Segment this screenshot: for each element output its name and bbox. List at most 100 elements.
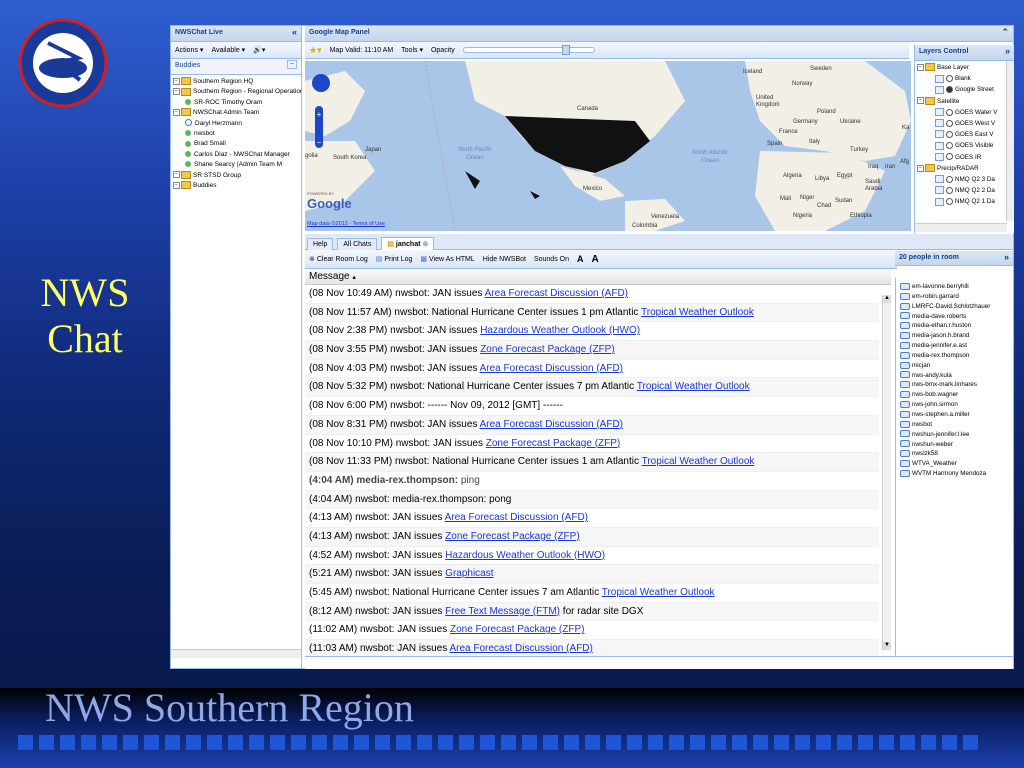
product-link[interactable]: Area Forecast Discussion (AFD) (445, 512, 588, 523)
opacity-slider[interactable] (462, 45, 595, 55)
map-zoom-out-icon[interactable] (315, 137, 323, 145)
product-link[interactable]: Area Forecast Discussion (AFD) (449, 643, 592, 654)
product-link[interactable]: Area Forecast Discussion (AFD) (485, 288, 628, 299)
clear-room-log-button[interactable]: ⊗ Clear Room Log (309, 255, 368, 263)
room-occupant[interactable]: media-jason.h.brand (896, 331, 1014, 341)
map-view[interactable]: + − Canada Mexico Iceland Sweden Norway … (305, 61, 911, 231)
room-occupant[interactable]: nws-bmx-mark.linhares (896, 380, 1014, 390)
message-vertical-scrollbar[interactable]: ▲ ▼ (882, 295, 891, 650)
view-as-html-button[interactable]: ▦ View As HTML (420, 255, 474, 263)
layer-radio[interactable] (946, 119, 953, 127)
message-column-header[interactable]: Message ▴ (305, 270, 891, 285)
buddy-group[interactable]: − Buddies (171, 181, 301, 191)
tab-help[interactable]: Help (307, 238, 334, 250)
layer-radio[interactable] (946, 175, 953, 183)
hide-nwsbot-button[interactable]: Hide NWSBot (483, 256, 526, 263)
buddy-item[interactable]: nwsbot (171, 129, 301, 139)
layer-radio[interactable] (946, 86, 953, 94)
product-link[interactable]: Tropical Weather Outlook (637, 381, 750, 392)
layer-radio[interactable] (946, 108, 953, 116)
map-pan-control[interactable] (312, 74, 330, 92)
room-occupant[interactable]: nws-andy.kula (896, 371, 1014, 381)
product-link[interactable]: Hazardous Weather Outlook (HWO) (445, 550, 605, 561)
product-link[interactable]: Zone Forecast Package (ZFP) (486, 438, 621, 449)
sound-icon[interactable]: 🔊▾ (253, 46, 265, 54)
layers-vertical-scrollbar[interactable] (1006, 61, 1014, 221)
room-occupant[interactable]: WTVA_Weather (896, 459, 1014, 469)
room-occupant[interactable]: micjan (896, 361, 1014, 371)
buddy-item[interactable]: Brad Small (171, 139, 301, 149)
collapse-left-icon[interactable]: « (292, 27, 297, 37)
layer-radio[interactable] (946, 75, 953, 83)
room-occupant[interactable]: media-dave.roberts (896, 312, 1014, 322)
room-occupant[interactable]: nwsbot (896, 420, 1014, 430)
room-occupant[interactable]: LMRFC-David.Schlotzhauer (896, 302, 1014, 312)
room-occupant[interactable]: WVTM Harmony Mendoza (896, 469, 1014, 479)
room-occupant[interactable]: media-jennifer.e.ast (896, 341, 1014, 351)
tools-menu[interactable]: Tools ▾ (401, 46, 423, 54)
expand-toggle-icon[interactable]: − (173, 77, 180, 85)
layer-radio[interactable] (946, 130, 953, 138)
scroll-up-icon[interactable]: ▲ (883, 295, 891, 303)
layer-radio[interactable] (946, 198, 953, 206)
product-link[interactable]: Area Forecast Discussion (AFD) (480, 363, 623, 374)
room-occupant[interactable]: nwshun-jennifer.l.lee (896, 430, 1014, 440)
product-link[interactable]: Graphicast (445, 568, 493, 579)
expand-toggle-icon[interactable]: − (917, 63, 924, 71)
tab-janchat[interactable]: ▤ janchat ⊗ (381, 237, 435, 250)
product-link[interactable]: Area Forecast Discussion (AFD) (480, 419, 623, 430)
status-menu[interactable]: Available ▾ (211, 46, 245, 54)
product-link[interactable]: Hazardous Weather Outlook (HWO) (480, 325, 640, 336)
room-occupant[interactable]: nws-stephen.a.miller (896, 410, 1014, 420)
layer-folder[interactable]: − Base Layer (915, 62, 1007, 73)
product-link[interactable]: Zone Forecast Package (ZFP) (450, 624, 585, 635)
font-increase-button[interactable]: A (591, 254, 598, 265)
layer-radio[interactable] (946, 153, 953, 161)
room-occupant[interactable]: em-lavonne.berryhill (896, 282, 1014, 292)
left-horizontal-scrollbar[interactable] (171, 649, 301, 658)
room-occupant[interactable]: nws-john.sirmon (896, 400, 1014, 410)
expand-toggle-icon[interactable]: − (173, 88, 180, 96)
opacity-slider-thumb[interactable] (561, 45, 570, 55)
buddy-item[interactable]: SR-ROC Timothy Oram (171, 98, 301, 108)
expand-toggle-icon[interactable]: − (917, 97, 924, 105)
layer-radio[interactable] (946, 142, 953, 150)
layer-radio[interactable] (946, 186, 953, 194)
room-occupant[interactable]: media-rex.thompson (896, 351, 1014, 361)
collapse-map-icon[interactable]: ⌃ (1001, 27, 1009, 38)
product-link[interactable]: Tropical Weather Outlook (641, 307, 754, 318)
buddy-item[interactable]: Carlos Diaz - NWSChat Manager (171, 150, 301, 160)
tab-all-chats[interactable]: All Chats (337, 238, 378, 250)
font-decrease-button[interactable]: A (577, 254, 584, 264)
star-icon[interactable]: ★▾ (309, 45, 322, 56)
buddy-item[interactable]: Daryl Herzmann (171, 119, 301, 129)
room-occupant[interactable]: nwshun-weber (896, 440, 1014, 450)
collapse-layers-icon[interactable]: » (1005, 46, 1010, 56)
close-tab-icon[interactable]: ⊗ (422, 241, 428, 248)
map-attribution-link[interactable]: Map data ©2012 - Terms of Use (307, 221, 385, 227)
room-occupant[interactable]: em-robin.garrard (896, 292, 1014, 302)
map-zoom-in-icon[interactable] (315, 109, 323, 117)
buddy-item[interactable]: Shane Searcy (Admin Team M (171, 160, 301, 170)
expand-toggle-icon[interactable]: − (917, 164, 924, 172)
layer-folder[interactable]: − Precip/RADAR (915, 163, 1007, 174)
actions-menu[interactable]: Actions ▾ (175, 46, 203, 54)
buddy-group[interactable]: − NWSChat Admin Team (171, 108, 301, 118)
layer-folder[interactable]: − Satellite (915, 96, 1007, 107)
expand-toggle-icon[interactable]: − (173, 171, 180, 179)
room-occupant[interactable]: media-ethan.r.huston (896, 321, 1014, 331)
print-log-button[interactable]: ▤ Print Log (376, 255, 413, 263)
expand-toggle-icon[interactable]: − (173, 108, 180, 116)
buddy-group[interactable]: − SR STSD Group (171, 170, 301, 181)
message-input[interactable] (305, 656, 1013, 669)
product-link[interactable]: Free Text Message (FTM) (445, 606, 560, 617)
product-link[interactable]: Zone Forecast Package (ZFP) (480, 344, 615, 355)
buddy-group[interactable]: − Southern Region - Regional Operations (171, 87, 301, 97)
layers-horizontal-scrollbar[interactable] (915, 223, 1007, 232)
collapse-buddies-icon[interactable]: − (286, 60, 297, 69)
product-link[interactable]: Zone Forecast Package (ZFP) (445, 531, 580, 542)
product-link[interactable]: Tropical Weather Outlook (602, 587, 715, 598)
collapse-people-icon[interactable]: » (1004, 252, 1009, 262)
scroll-down-icon[interactable]: ▼ (883, 642, 891, 650)
product-link[interactable]: Tropical Weather Outlook (642, 456, 755, 467)
